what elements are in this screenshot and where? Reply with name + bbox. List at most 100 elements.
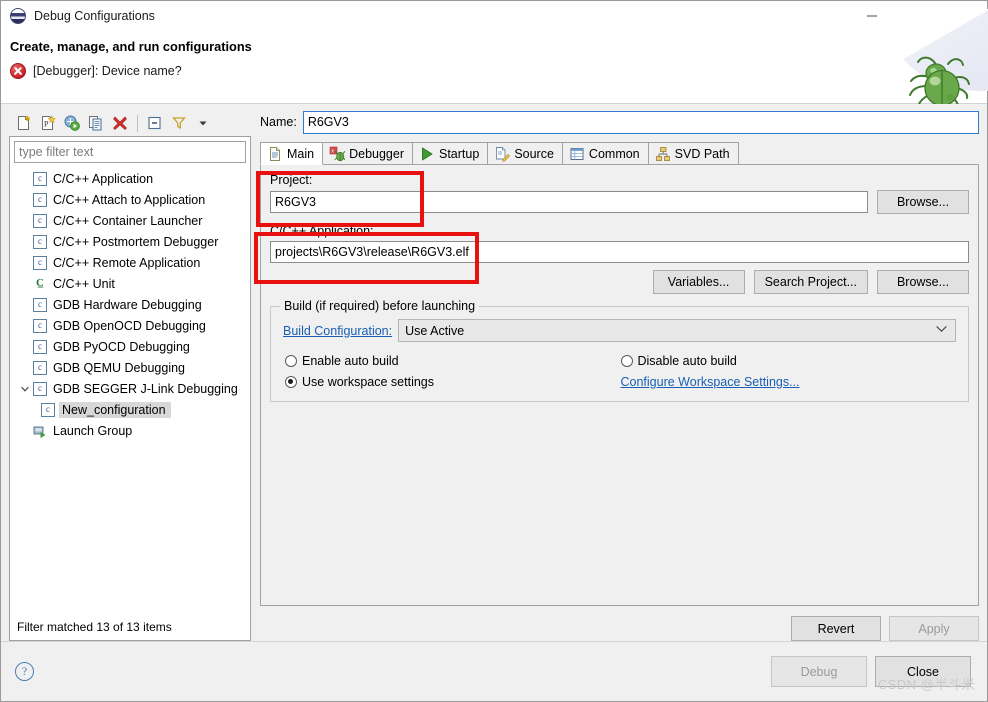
debug-configurations-dialog: Debug Configurations Create, manage, and… <box>0 0 988 702</box>
minimize-button[interactable] <box>849 1 895 31</box>
tab-label: Common <box>588 146 640 161</box>
tree-item-label: C/C++ Attach to Application <box>53 192 206 207</box>
new-launch-configuration-icon[interactable] <box>13 112 35 134</box>
svg-text:x: x <box>331 148 334 154</box>
tree-item-label: C/C++ Postmortem Debugger <box>53 234 219 249</box>
main-tab-panel: Project: Browse... C/C++ Application: Va… <box>260 165 979 606</box>
variables-button[interactable]: Variables... <box>652 270 745 294</box>
filter-input[interactable] <box>14 141 246 163</box>
tab-label: SVD Path <box>674 146 730 161</box>
tree-item-cpp-attach-to-application[interactable]: c C/C++ Attach to Application <box>10 189 250 210</box>
debug-button: Debug <box>771 656 867 687</box>
close-button-footer[interactable]: Close <box>875 656 971 687</box>
title-bar: Debug Configurations <box>1 1 987 31</box>
radio-enable-auto-build[interactable]: Enable auto build <box>285 354 621 368</box>
window-title: Debug Configurations <box>34 9 155 23</box>
tab-source[interactable]: Source <box>487 142 563 164</box>
c-launch-icon: c <box>32 381 48 397</box>
tree-item-label: Launch Group <box>53 423 133 438</box>
tree-item-label: GDB PyOCD Debugging <box>53 339 190 354</box>
radio-indicator <box>620 355 633 367</box>
c-launch-icon: c <box>32 360 48 376</box>
build-configuration-select[interactable]: Use Active <box>398 319 956 342</box>
c-launch-icon: c <box>32 297 48 313</box>
application-input[interactable] <box>270 241 969 263</box>
tree-item-label: C/C++ Remote Application <box>53 255 201 270</box>
collapse-all-icon[interactable] <box>144 112 166 134</box>
radio-label: Disable auto build <box>637 354 737 368</box>
tab-main[interactable]: Main <box>260 142 324 165</box>
filter-status: Filter matched 13 of 13 items <box>10 614 250 640</box>
cunit-icon: C̱̲ <box>36 277 44 289</box>
revert-button[interactable]: Revert <box>791 616 881 641</box>
configure-workspace-settings-cell: Configure Workspace Settings... <box>621 375 957 389</box>
radio-disable-auto-build[interactable]: Disable auto build <box>620 354 957 368</box>
tree-item-gdb-hardware-debugging[interactable]: c GDB Hardware Debugging <box>10 294 250 315</box>
project-browse-button[interactable]: Browse... <box>877 190 969 214</box>
configure-workspace-settings-link[interactable]: Configure Workspace Settings... <box>621 375 800 389</box>
application-label: C/C++ Application: <box>270 224 374 238</box>
tab-startup[interactable]: Startup <box>412 142 489 164</box>
apply-button: Apply <box>889 616 979 641</box>
tree-item-gdb-segger-jlink-debugging[interactable]: c GDB SEGGER J-Link Debugging <box>10 378 250 399</box>
radio-indicator <box>285 355 297 367</box>
view-menu-icon[interactable] <box>192 112 214 134</box>
tree-item-gdb-pyocd-debugging[interactable]: c GDB PyOCD Debugging <box>10 336 250 357</box>
tab-label: Debugger <box>349 146 404 161</box>
filter-icon[interactable] <box>168 112 190 134</box>
tab-debugger[interactable]: x Debugger <box>322 142 413 164</box>
tab-svd-path[interactable]: SVD Path <box>647 142 739 164</box>
c-launch-icon: c <box>32 234 48 250</box>
new-prototype-icon[interactable]: P <box>37 112 59 134</box>
dialog-header: Create, manage, and run configurations [… <box>1 9 988 111</box>
export-launch-configuration-icon[interactable] <box>61 112 83 134</box>
tree-item-new-configuration[interactable]: c New_configuration <box>10 399 250 420</box>
tree-item-label: C/C++ Application <box>53 171 154 186</box>
chevron-down-icon <box>936 325 947 335</box>
dialog-body: P type filter text c C/C++ Application c… <box>1 104 987 641</box>
help-icon[interactable]: ? <box>15 662 34 681</box>
tree-item-cpp-container-launcher[interactable]: c C/C++ Container Launcher <box>10 210 250 231</box>
common-tab-icon <box>569 146 585 162</box>
duplicate-icon[interactable] <box>85 112 107 134</box>
application-browse-button[interactable]: Browse... <box>877 270 969 294</box>
build-configuration-value: Use Active <box>405 323 465 338</box>
c-launch-icon: c <box>32 192 48 208</box>
startup-tab-icon <box>419 146 435 162</box>
tree-item-launch-group[interactable]: Launch Group <box>10 420 250 441</box>
tree-item-label: C/C++ Unit <box>53 276 115 291</box>
c-launch-icon: c <box>32 318 48 334</box>
tree-item-label: GDB QEMU Debugging <box>53 360 186 375</box>
chevron-down-icon[interactable] <box>18 384 32 394</box>
build-options: Enable auto build Disable auto build Use… <box>283 354 956 389</box>
validation-message-row: [Debugger]: Device name? <box>10 63 987 79</box>
error-message: [Debugger]: Device name? <box>33 64 182 78</box>
name-input[interactable] <box>302 110 979 134</box>
tab-label: Startup <box>439 146 480 161</box>
c-launch-icon: c <box>32 339 48 355</box>
name-row: Name: <box>260 110 979 134</box>
c-launch-icon: c <box>32 255 48 271</box>
radio-use-workspace-settings[interactable]: Use workspace settings <box>285 375 621 389</box>
svd-path-tab-icon <box>655 146 671 162</box>
build-configuration-link[interactable]: Build Configuration: <box>283 324 392 338</box>
filter-wrapper <box>10 137 250 163</box>
radio-label: Enable auto build <box>302 354 399 368</box>
tree-item-cpp-unit[interactable]: C̱̲ C/C++ Unit <box>10 273 250 294</box>
configurations-toolbar: P <box>9 110 251 136</box>
tree-item-label: GDB SEGGER J-Link Debugging <box>53 381 238 396</box>
main-tab-icon <box>267 146 283 162</box>
delete-icon[interactable] <box>109 112 131 134</box>
tree-item-label: GDB Hardware Debugging <box>53 297 202 312</box>
tree-item-gdb-openocd-debugging[interactable]: c GDB OpenOCD Debugging <box>10 315 250 336</box>
c-launch-icon: c <box>40 402 56 418</box>
tab-common[interactable]: Common <box>561 142 649 164</box>
tree-item-cpp-postmortem-debugger[interactable]: c C/C++ Postmortem Debugger <box>10 231 250 252</box>
search-project-button[interactable]: Search Project... <box>753 270 868 294</box>
tree-item-gdb-qemu-debugging[interactable]: c GDB QEMU Debugging <box>10 357 250 378</box>
tree-item-label: New_configuration <box>59 401 171 418</box>
tree-item-cpp-application[interactable]: c C/C++ Application <box>10 168 250 189</box>
tree-item-cpp-remote-application[interactable]: c C/C++ Remote Application <box>10 252 250 273</box>
project-input[interactable] <box>270 191 868 213</box>
application-row <box>270 241 969 263</box>
